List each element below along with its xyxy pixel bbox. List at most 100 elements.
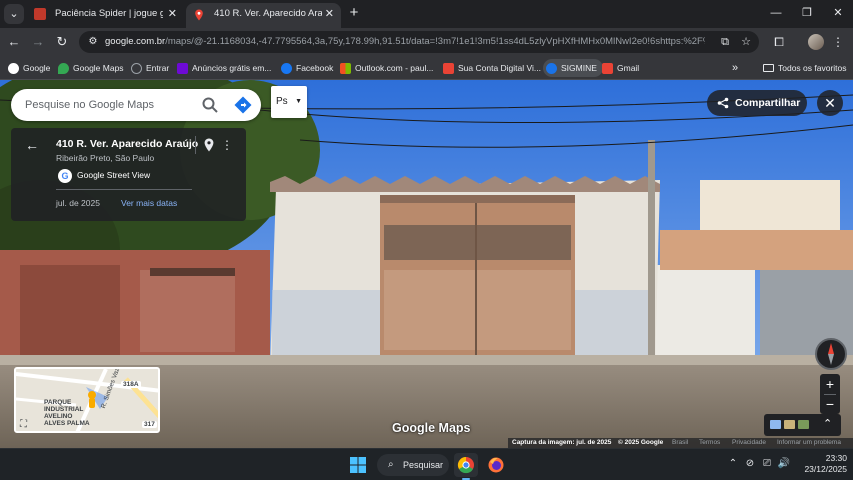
bookmark-sigmine[interactable]: SIGMINE — [543, 59, 603, 77]
chrome-taskbar-icon[interactable] — [454, 453, 478, 477]
chrome-icon — [457, 456, 474, 474]
capture-date: jul. de 2025 — [56, 198, 100, 208]
windows-start-icon[interactable] — [350, 457, 366, 473]
layers-button[interactable]: Ps ▼ — [271, 86, 307, 118]
gmail-icon — [443, 63, 454, 74]
maps-search-input[interactable] — [25, 95, 195, 115]
photo-strip: ⌃ — [764, 414, 841, 436]
address-bar[interactable]: ⚙ google.com.br/maps/@-21.1168034,-47.77… — [79, 31, 759, 53]
bookmark-entrar[interactable]: Entrar — [131, 59, 169, 77]
bookmark-olx[interactable]: Anúncios grátis em... — [177, 59, 271, 77]
back-icon[interactable]: ← — [5, 33, 23, 51]
close-window-icon[interactable]: ✕ — [823, 4, 853, 22]
directions-icon[interactable] — [234, 96, 252, 114]
minimize-icon[interactable]: — — [761, 4, 791, 22]
bookmark-google[interactable]: Google — [8, 59, 50, 77]
minimap-district-label: PARQUE INDUSTRIAL AVELINO ALVES PALMA — [44, 399, 90, 427]
volume-icon[interactable]: 🔊 — [777, 456, 791, 472]
zoom-controls: + − — [820, 374, 840, 414]
show-hidden-icons-icon[interactable]: ⌃ — [727, 456, 739, 472]
install-app-icon[interactable]: ⧉ — [717, 34, 733, 50]
place-title: 410 R. Ver. Aparecido Araújo — [56, 138, 199, 150]
privacy-link[interactable]: Privacidade — [732, 438, 766, 448]
back-arrow-icon[interactable]: ← — [25, 137, 41, 153]
close-tab-icon[interactable]: ✕ — [325, 3, 334, 25]
tab-paciencia-spider[interactable]: Paciência Spider | jogue grátis online ✕ — [27, 3, 184, 28]
photo-thumbnail[interactable] — [784, 420, 795, 429]
search-icon: ⌕ — [388, 459, 394, 470]
chrome-menu-icon[interactable]: ⋮ — [829, 33, 847, 51]
url-text[interactable]: google.com.br/maps/@-21.1168034,-47.7795… — [105, 31, 705, 53]
tab-google-maps[interactable]: 410 R. Ver. Aparecido Araújo - Google Ma… — [186, 3, 341, 28]
notifications-off-icon[interactable]: ⊘ — [743, 456, 757, 472]
minimap-road-badge: 317 — [142, 421, 157, 428]
bookmark-outlook[interactable]: Outlook.com - paul... — [340, 59, 433, 77]
firefox-taskbar-icon[interactable] — [484, 453, 508, 477]
google-maps-logo: Google Maps — [392, 421, 471, 435]
more-options-icon[interactable]: ⋮ — [221, 137, 233, 153]
street-view-panorama[interactable]: Ps ▼ Compartilhar ✕ ← 410 R. Ver. Aparec… — [0, 80, 853, 448]
folder-icon — [763, 64, 774, 72]
taskbar-clock[interactable]: 23:30 23/12/2025 — [797, 453, 847, 475]
place-subtitle: Ribeirão Preto, São Paulo — [56, 153, 155, 163]
bookmark-conta-digital[interactable]: Sua Conta Digital Vi... — [443, 59, 541, 77]
share-icon — [717, 97, 729, 109]
terms-link[interactable]: Termos — [699, 438, 720, 448]
facebook-icon — [281, 63, 292, 74]
google-g-icon: G — [58, 169, 72, 183]
network-icon[interactable]: ⎚ — [760, 456, 774, 472]
new-tab-button[interactable]: + — [345, 4, 363, 22]
map-pin-icon[interactable] — [203, 138, 215, 152]
bookmarks-bar: Google Google Maps Entrar Anúncios gráti… — [0, 56, 853, 80]
taskbar-search-button[interactable]: ⌕ Pesquisar — [377, 454, 449, 476]
reload-icon[interactable]: ↻ — [53, 33, 71, 51]
search-icon[interactable] — [201, 96, 219, 114]
google-maps-favicon-icon — [193, 8, 205, 21]
capture-info: Captura da imagem: jul. de 2025 — [512, 439, 612, 446]
gmail-icon — [602, 63, 613, 74]
tab-search-chevron-icon[interactable]: ⌄ — [4, 4, 24, 24]
bookmark-facebook[interactable]: Facebook — [281, 59, 333, 77]
windows-taskbar: ⌕ Pesquisar ⌃ ⊘ ⎚ 🔊 23:30 23/12/2025 — [0, 448, 853, 480]
tab-title: 410 R. Ver. Aparecido Araújo - Google Ma… — [214, 8, 322, 19]
site-info-icon[interactable]: ⚙ — [85, 34, 101, 50]
map-footer: Captura da imagem: jul. de 2025 © 2025 G… — [508, 438, 853, 448]
close-tab-icon[interactable]: ✕ — [168, 3, 177, 25]
minimap[interactable]: PARQUE INDUSTRIAL AVELINO ALVES PALMA R.… — [14, 367, 160, 433]
street-view-label: Google Street View — [77, 170, 151, 180]
photo-thumbnail[interactable] — [770, 420, 781, 429]
firefox-icon — [488, 457, 504, 473]
copyright: © 2025 Google — [618, 439, 664, 446]
profile-avatar[interactable] — [808, 34, 824, 50]
report-problem-link[interactable]: Informar um problema — [777, 438, 841, 448]
expand-photos-icon[interactable]: ⌃ — [823, 417, 832, 431]
expand-map-icon[interactable]: ⛶ — [20, 419, 32, 431]
compass-icon[interactable] — [815, 338, 847, 370]
maps-search-box — [11, 89, 261, 121]
zoom-in-button[interactable]: + — [820, 374, 840, 394]
place-info-card: ← 410 R. Ver. Aparecido Araújo Ribeirão … — [11, 128, 246, 221]
all-bookmarks-folder[interactable]: Todos os favoritos — [763, 59, 847, 77]
google-icon — [8, 63, 19, 74]
browser-toolbar: ← → ↻ ⚙ google.com.br/maps/@-21.1168034,… — [0, 28, 853, 56]
see-more-dates-link[interactable]: Ver mais datas — [121, 198, 177, 208]
share-button[interactable]: Compartilhar — [707, 90, 807, 116]
tab-title: Paciência Spider | jogue grátis online — [55, 8, 163, 19]
chevron-down-icon: ▼ — [295, 98, 302, 105]
country-link[interactable]: Brasil — [672, 438, 688, 448]
forward-icon[interactable]: → — [29, 33, 47, 51]
restore-icon[interactable]: ❐ — [792, 4, 822, 22]
bookmark-google-maps[interactable]: Google Maps — [58, 59, 124, 77]
extensions-icon[interactable]: ⧠ — [770, 33, 788, 51]
minimap-road-badge: 318A — [121, 381, 141, 388]
bookmark-gmail[interactable]: Gmail — [602, 59, 639, 77]
map-pin-icon — [58, 63, 69, 74]
globe-icon — [131, 63, 142, 74]
photo-thumbnail[interactable] — [798, 420, 809, 429]
close-street-view-icon[interactable]: ✕ — [817, 90, 843, 116]
bookmark-star-icon[interactable]: ☆ — [738, 34, 754, 50]
divider — [195, 136, 196, 154]
more-bookmarks-icon[interactable]: » — [732, 59, 738, 77]
tab-strip: ⌄ Paciência Spider | jogue grátis online… — [0, 0, 853, 28]
zoom-out-button[interactable]: − — [820, 394, 840, 414]
